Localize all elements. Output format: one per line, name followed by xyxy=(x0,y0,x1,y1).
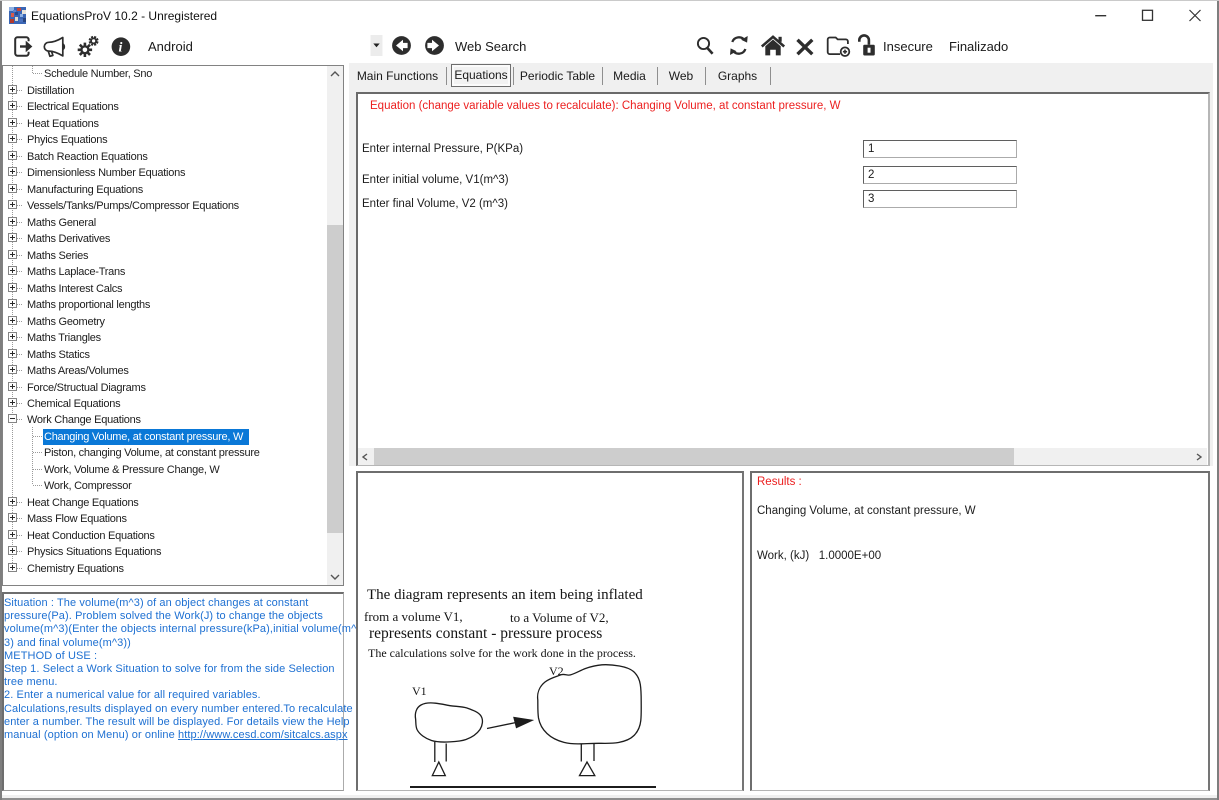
svg-text:i: i xyxy=(118,41,122,56)
